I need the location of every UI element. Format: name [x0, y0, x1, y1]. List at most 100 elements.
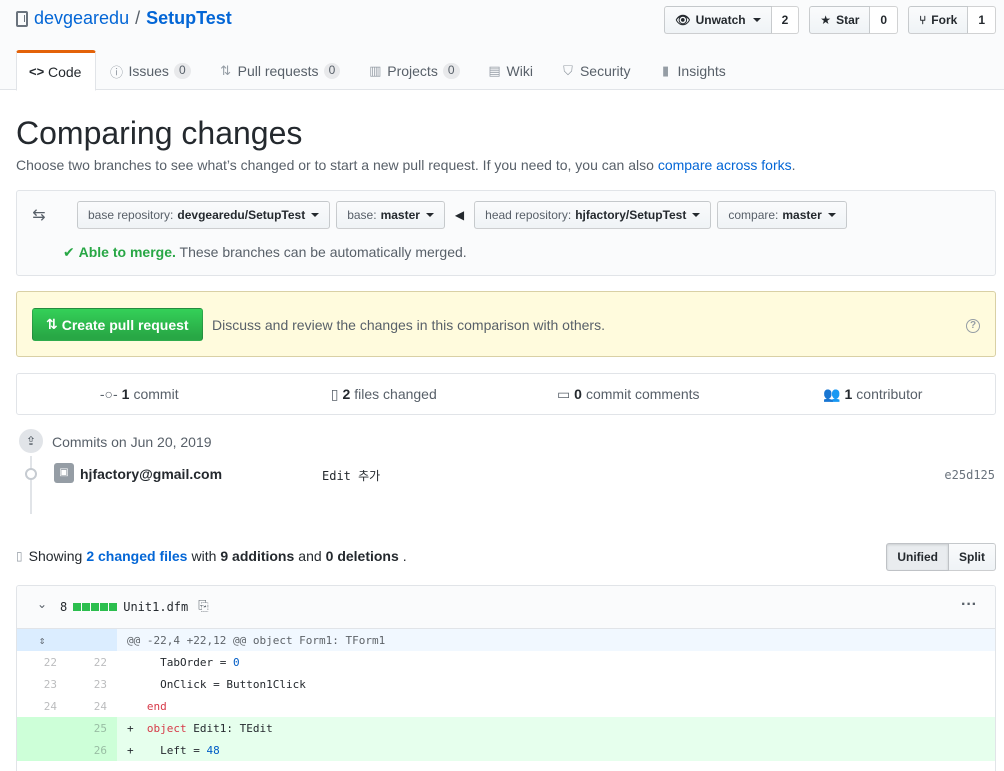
commits-summary[interactable]: -○- 1 commit — [17, 374, 262, 414]
caret-down-icon — [425, 213, 434, 217]
new-line-number[interactable]: 24 — [67, 695, 117, 717]
check-icon: ✔ — [63, 244, 75, 260]
merge-status-text: These branches can be automatically merg… — [179, 244, 467, 260]
unwatch-button[interactable]: 👁 Unwatch — [664, 6, 772, 34]
changed-files-link[interactable]: 2 changed files — [86, 548, 187, 564]
create-pr-label: Create pull request — [61, 316, 189, 333]
new-line-number[interactable]: 22 — [67, 651, 117, 673]
tab-projects[interactable]: ▥ Projects 0 — [355, 50, 474, 90]
tab-security[interactable]: ⛉ Security — [548, 50, 646, 90]
commit-author[interactable]: hjfactory@gmail.com — [80, 466, 222, 482]
old-line-number[interactable] — [17, 739, 67, 761]
code-token: OnClick = Button1Click — [160, 677, 306, 691]
repo-nav: <> Code ⓘ Issues 0 ⇅ Pull requests 0 ▥ P… — [16, 50, 741, 91]
diff-addition-row: 26 + Left = 48 — [17, 739, 995, 761]
diff-context-row: 23 23 OnClick = Button1Click — [17, 673, 995, 695]
clipboard-icon[interactable]: ⎘ — [198, 599, 208, 614]
tab-code[interactable]: <> Code — [16, 50, 97, 91]
tab-issues[interactable]: ⓘ Issues 0 — [96, 50, 205, 90]
files-count: 2 — [342, 386, 351, 402]
contributors-count: 1 — [844, 386, 853, 402]
commit-sha[interactable]: e25d125 — [944, 468, 995, 482]
eye-icon: 👁 — [675, 13, 691, 27]
code-line: end — [117, 695, 995, 717]
compare-branch-value: master — [782, 208, 822, 222]
contributors-summary[interactable]: 👥 1 contributor — [751, 374, 996, 414]
star-label: Star — [836, 13, 860, 27]
new-line-number[interactable]: 25 — [67, 717, 117, 739]
diff-context-row: 22 22 TabOrder = 0 — [17, 651, 995, 673]
old-line-number[interactable] — [17, 717, 67, 739]
base-branch-label: base: — [347, 208, 377, 222]
repo-owner-link[interactable]: devgearedu — [34, 8, 129, 29]
issues-counter: 0 — [173, 63, 191, 79]
old-line-number[interactable]: 23 — [17, 673, 67, 695]
arrow-left-icon: ◀ — [454, 208, 465, 222]
base-branch-select[interactable]: base: master — [336, 201, 445, 229]
create-pr-flash: ⇅ Create pull request Discuss and review… — [16, 291, 996, 357]
issue-icon: ⓘ — [109, 64, 123, 80]
new-line-number[interactable]: 26 — [67, 739, 117, 761]
code-line: OnClick = Button1Click — [117, 673, 995, 695]
caret-down-icon — [311, 213, 320, 217]
comments-summary[interactable]: ▭ 0 commit comments — [506, 374, 751, 414]
toc-and: and — [298, 548, 322, 564]
old-line-number[interactable]: 24 — [17, 695, 67, 717]
create-pull-request-button[interactable]: ⇅ Create pull request — [32, 308, 203, 341]
head-repo-value: hjfactory/SetupTest — [575, 208, 687, 222]
tab-code-label: Code — [48, 63, 82, 80]
compare-branch-select[interactable]: compare: master — [717, 201, 847, 229]
compare-across-forks-link[interactable]: compare across forks — [658, 157, 792, 173]
diff-context-row: 24 24 end — [17, 695, 995, 717]
repo-push-icon: ⇪ — [17, 427, 45, 455]
avatar[interactable]: ▣ — [54, 463, 74, 483]
code-token: 0 — [232, 655, 240, 669]
base-repo-label: base repository: — [88, 208, 174, 222]
flash-text: Discuss and review the changes in this c… — [212, 317, 605, 333]
tab-pull-requests[interactable]: ⇅ Pull requests 0 — [206, 50, 356, 90]
files-summary[interactable]: ▯ 2 files changed — [262, 374, 507, 414]
diffstat-block — [109, 602, 118, 611]
chevron-down-icon[interactable]: ⌄ — [37, 597, 47, 611]
fork-button[interactable]: ⑂ Fork — [908, 6, 969, 34]
pull-request-icon: ⇅ — [220, 63, 232, 78]
kebab-horizontal-icon[interactable]: ··· — [961, 596, 977, 614]
file-name-link[interactable]: Unit1.dfm — [123, 600, 188, 614]
code-icon: <> — [29, 64, 45, 79]
expand-icon[interactable]: ⇕ — [17, 629, 67, 651]
diff-prefix — [127, 678, 134, 691]
project-icon: ▥ — [369, 63, 382, 78]
star-group: ★ Star 0 — [809, 6, 899, 34]
timeline-line — [30, 456, 32, 514]
diffstat-block — [91, 602, 100, 611]
fork-count[interactable]: 1 — [968, 6, 996, 34]
star-count[interactable]: 0 — [870, 6, 899, 34]
tab-security-label: Security — [579, 63, 631, 79]
base-repository-select[interactable]: base repository: devgearedu/SetupTest — [77, 201, 331, 229]
commit-message[interactable]: Edit 추가 — [322, 467, 380, 484]
watch-count[interactable]: 2 — [771, 6, 800, 34]
tab-insights[interactable]: ▮ Insights — [646, 50, 741, 90]
pulls-counter: 0 — [323, 63, 341, 79]
pull-request-icon: ⇅ — [46, 316, 58, 332]
contributors-label: contributor — [856, 386, 923, 402]
unified-button[interactable]: Unified — [886, 543, 949, 571]
new-line-number[interactable]: 23 — [67, 673, 117, 695]
head-repository-select[interactable]: head repository: hjfactory/SetupTest — [474, 201, 712, 229]
toc-deletions: 0 deletions — [325, 548, 399, 564]
commit-icon: -○- — [99, 386, 118, 402]
repo-name-link[interactable]: SetupTest — [146, 8, 232, 29]
tab-issues-label: Issues — [128, 63, 169, 79]
diff-prefix — [127, 656, 134, 669]
split-button[interactable]: Split — [949, 543, 996, 571]
numbers-summary: -○- 1 commit ▯ 2 files changed ▭ 0 commi… — [16, 373, 996, 415]
diff-prefix: + — [127, 743, 134, 757]
hunk-row: ⇕ @@ -22,4 +22,12 @@ object Form1: TForm… — [17, 629, 995, 651]
old-line-number[interactable]: 22 — [17, 651, 67, 673]
tab-pulls-label: Pull requests — [237, 63, 319, 79]
file-change-count: 8 — [60, 599, 68, 614]
star-button[interactable]: ★ Star — [809, 6, 871, 34]
tab-wiki[interactable]: ▤ Wiki — [475, 50, 548, 90]
diff-view-toggle: Unified Split — [886, 543, 996, 571]
question-icon[interactable]: ? — [966, 319, 980, 333]
